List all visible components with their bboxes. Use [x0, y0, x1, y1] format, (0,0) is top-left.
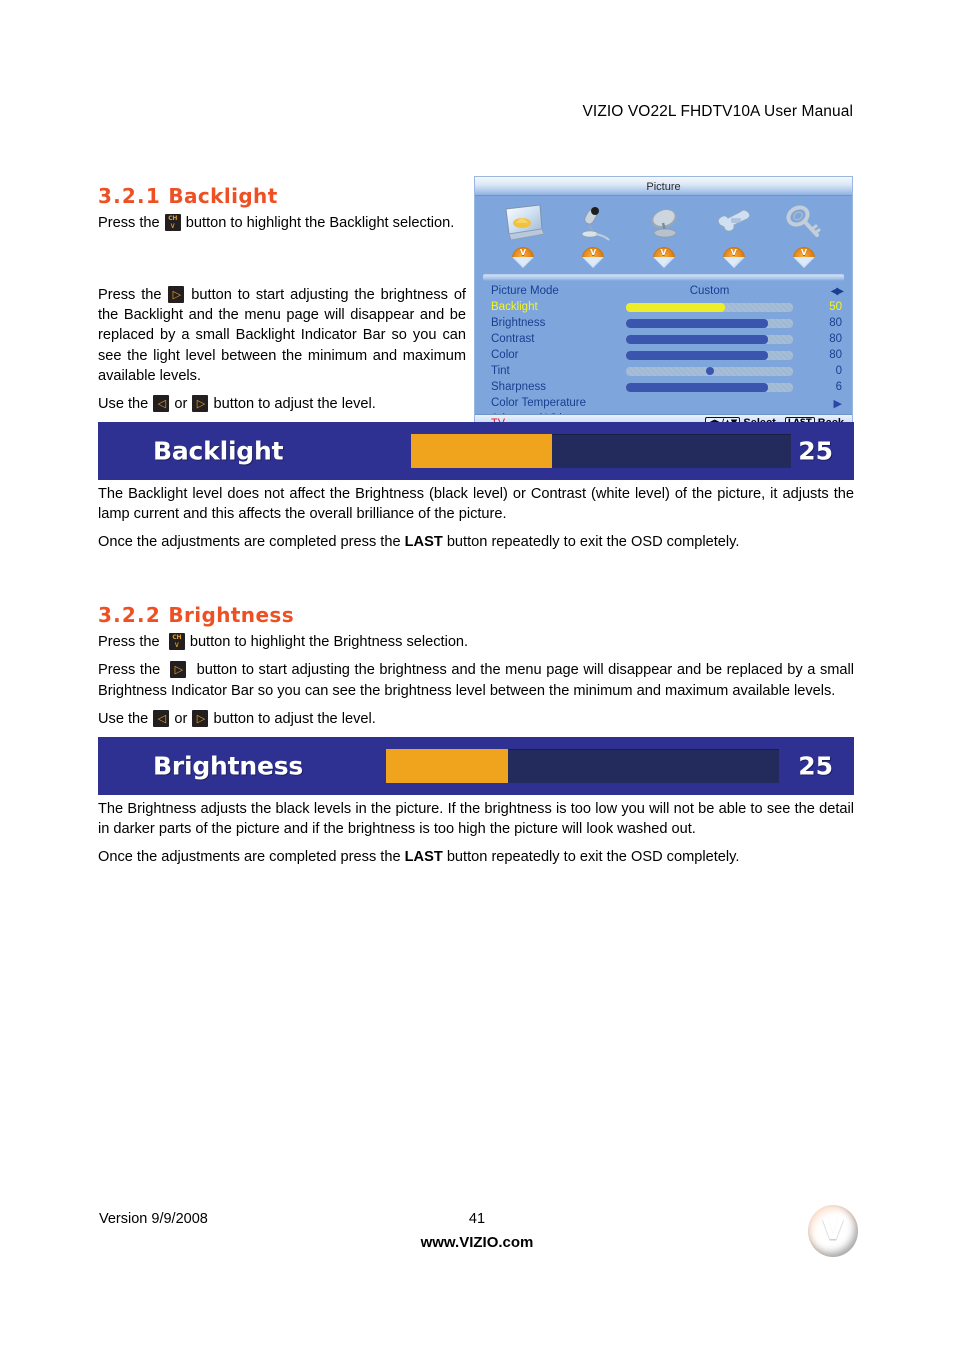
indicator-label: Backlight — [153, 436, 284, 466]
text-run: Use the — [98, 710, 149, 727]
volume-right-button-icon: ▷ — [170, 661, 187, 679]
vizio-logo-letter: V — [822, 1213, 844, 1246]
text-run: button to adjust the level. — [213, 710, 376, 727]
brightness-paragraph-4: The Brightness adjusts the black levels … — [98, 800, 854, 837]
backlight-paragraph-2a: Press the ▷ button to start adjusting th… — [98, 285, 466, 386]
text-run: Once the adjustments are completed press… — [98, 534, 401, 551]
volume-right-button-icon: ▷ — [192, 709, 209, 727]
manual-header-title: VIZIO VO22L FHDTV10A User Manual — [582, 103, 853, 120]
vizio-logo-icon: V — [808, 1205, 858, 1257]
brightness-indicator-bar: Brightness 25 — [98, 736, 854, 795]
text-run: or — [174, 395, 188, 412]
backlight-indicator-bar: Backlight 25 — [98, 421, 854, 480]
brightness-paragraph-1: Press the CH ∨ button to highlight the Br… — [98, 632, 854, 652]
last-key-text: LAST — [404, 849, 443, 865]
text-run: Press the — [98, 662, 161, 679]
backlight-paragraph-3: Use the ◁ or ▷ button to adjust the leve… — [98, 394, 854, 414]
indicator-fill — [411, 433, 552, 468]
text-run: button repeatedly to exit the OSD comple… — [446, 534, 740, 551]
text-run: or — [174, 710, 188, 727]
brightness-paragraph-5: Once the adjustments are completed press… — [98, 847, 854, 867]
section-number: 3.2.1 — [98, 184, 161, 208]
section-title: Brightness — [168, 603, 295, 628]
volume-left-button-icon: ◁ — [153, 709, 170, 727]
indicator-value: 25 — [798, 436, 833, 466]
brightness-paragraph-2: Press the ▷ button to start adjusting th… — [98, 660, 854, 700]
section-title: Backlight — [168, 184, 278, 208]
page-footer: Version 9/9/2008 41 www.VIZIO.com V — [0, 1205, 954, 1265]
text-run: Use the — [98, 395, 149, 412]
ch-down-button-icon: CH ∨ — [168, 633, 185, 651]
last-key-text: LAST — [404, 534, 443, 551]
indicator-value: 25 — [798, 751, 833, 781]
section-number: 3.2.2 — [98, 603, 161, 628]
text-run: Press the — [98, 634, 160, 651]
text-run: button to adjust the level. — [213, 395, 376, 412]
backlight-paragraph-4: The Backlight level does not affect the … — [98, 485, 854, 522]
backlight-paragraph-5: Once the adjustments are completed press… — [98, 532, 854, 552]
section-heading-brightness: 3.2.2 Brightness — [98, 604, 854, 626]
indicator-fill — [386, 748, 508, 783]
text-run: button to highlight the Backlight select… — [185, 215, 455, 231]
ch-down-button-icon: CH ∨ — [164, 214, 181, 231]
text-run: button to start adjusting the brightness… — [98, 662, 855, 699]
document-body: 3.2.1 Backlight Press the CH ∨ button to … — [98, 185, 854, 875]
text-run: Once the adjustments are completed press… — [98, 849, 401, 865]
volume-right-button-icon: ▷ — [192, 394, 209, 412]
indicator-track[interactable] — [386, 748, 779, 783]
brightness-paragraph-3: Use the ◁ or ▷ button to adjust the leve… — [98, 709, 854, 729]
volume-right-button-icon: ▷ — [168, 286, 185, 304]
backlight-paragraph-1: Press the CH ∨ button to highlight the Ba… — [98, 213, 466, 233]
text-run: button repeatedly to exit the OSD comple… — [446, 849, 740, 865]
text-run: Press the — [98, 215, 160, 231]
text-run: button to highlight the Brightness selec… — [189, 634, 469, 651]
indicator-label: Brightness — [153, 751, 304, 781]
section-heading-backlight: 3.2.1 Backlight — [98, 185, 854, 207]
text-run: Press the — [98, 287, 162, 304]
indicator-track[interactable] — [411, 433, 791, 468]
volume-left-button-icon: ◁ — [153, 394, 170, 412]
